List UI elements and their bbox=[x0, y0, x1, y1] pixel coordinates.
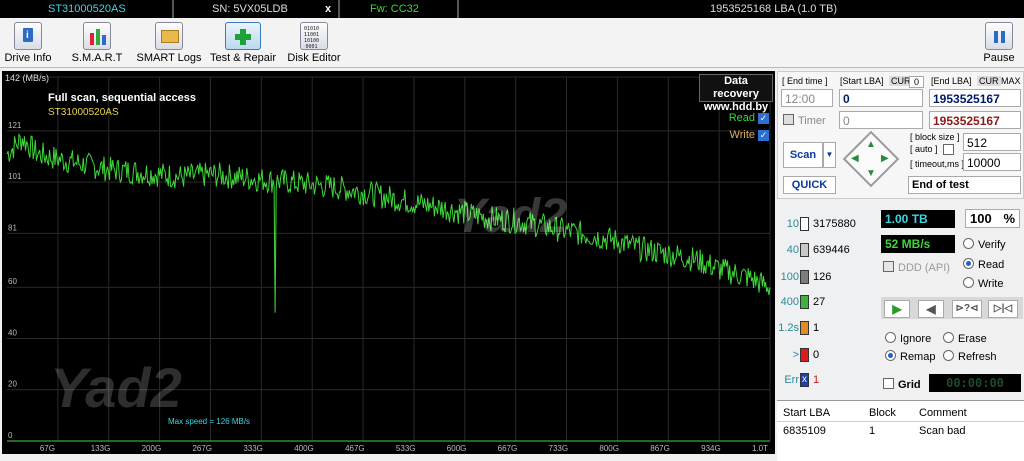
y-tick-label: 121 bbox=[8, 121, 22, 130]
arrow-down-icon[interactable]: ▼ bbox=[866, 168, 876, 179]
action-refresh-radio[interactable]: Refresh bbox=[943, 350, 997, 363]
reverse-icon[interactable]: ◀ bbox=[918, 300, 944, 318]
column-header-start-lba: Start LBA bbox=[783, 407, 831, 419]
watermark: Yad2 bbox=[50, 356, 182, 419]
smart-logs-button[interactable]: SMART Logs bbox=[136, 20, 202, 66]
arrow-right-icon[interactable]: ▶ bbox=[881, 153, 889, 164]
y-tick-label: 0 bbox=[8, 431, 13, 440]
timer-input[interactable]: 0 bbox=[839, 111, 923, 129]
butterfly-icon[interactable]: ▷|◁ bbox=[988, 300, 1018, 318]
end-lba-input[interactable]: 1953525167 bbox=[929, 89, 1021, 107]
x-tick-label: 733G bbox=[549, 444, 569, 453]
disk-editor-button[interactable]: 01010 11001 10100 0001 Disk Editor bbox=[286, 20, 342, 66]
test-repair-button[interactable]: Test & Repair bbox=[208, 20, 278, 66]
read-series-line bbox=[6, 132, 771, 313]
drive-firmware: Fw: CC32 bbox=[370, 3, 419, 15]
action-remap-radio[interactable]: Remap bbox=[885, 350, 935, 363]
elapsed-timer: 00:00:00 bbox=[929, 374, 1021, 392]
x-tick-label: 400G bbox=[294, 444, 314, 453]
x-tick-label: 934G bbox=[701, 444, 721, 453]
read-checkbox[interactable]: ✓ bbox=[758, 112, 769, 124]
watermark-2: Yad2 bbox=[454, 190, 567, 243]
x-tick-label: 267G bbox=[192, 444, 212, 453]
x-tick-label: 867G bbox=[650, 444, 670, 453]
x-tick-label: 600G bbox=[447, 444, 467, 453]
drive-model: ST31000520AS bbox=[48, 3, 126, 15]
x-tick-label: 800G bbox=[599, 444, 619, 453]
smart-button[interactable]: S.M.A.R.T bbox=[68, 20, 126, 66]
x-tick-label: 533G bbox=[396, 444, 416, 453]
current-speed: 52 MB/s bbox=[881, 235, 955, 253]
start-lba-input[interactable]: 0 bbox=[839, 89, 923, 107]
y-tick-label: 60 bbox=[8, 277, 17, 286]
quick-button[interactable]: QUICK bbox=[783, 176, 836, 194]
end-time-input[interactable]: 12:00 bbox=[781, 89, 833, 107]
scanned-capacity: 1.00 TB bbox=[881, 210, 955, 228]
auto-checkbox[interactable] bbox=[943, 144, 954, 155]
write-checkbox[interactable]: ✓ bbox=[758, 129, 769, 141]
y-tick-label: 101 bbox=[8, 172, 22, 181]
x-tick-label: 467G bbox=[345, 444, 365, 453]
action-erase-radio[interactable]: Erase bbox=[943, 332, 987, 345]
timeout-select[interactable]: 10000 bbox=[963, 153, 1021, 171]
logs-icon bbox=[155, 22, 183, 50]
ddd-api-checkbox[interactable]: DDD (API) bbox=[883, 261, 950, 274]
info-icon: i bbox=[14, 22, 42, 50]
end-lba-max-input[interactable]: 1953525167 bbox=[929, 111, 1021, 129]
x-tick-label: 333G bbox=[243, 444, 263, 453]
grid-checkbox[interactable]: Grid bbox=[883, 378, 921, 391]
end-of-test-select[interactable]: End of test bbox=[908, 176, 1021, 194]
speed-graph: 121 101 81 60 40 20 0 67G 133G 200G 267G 333G 400G 46… bbox=[2, 71, 775, 454]
plus-icon bbox=[225, 22, 261, 50]
smart-chart-icon bbox=[83, 22, 111, 50]
y-tick-label: 81 bbox=[8, 223, 17, 232]
mode-read-radio[interactable]: Read bbox=[963, 258, 1004, 271]
close-drive-icon[interactable]: x bbox=[325, 3, 331, 15]
graph-unit-label: 142 (MB/s) bbox=[5, 73, 50, 83]
x-tick-label: 200G bbox=[142, 444, 162, 453]
progress-percent: 100% bbox=[965, 209, 1020, 228]
play-icon[interactable]: ▶ bbox=[884, 300, 910, 318]
pause-button[interactable]: Pause bbox=[980, 20, 1018, 66]
y-tick-label: 20 bbox=[8, 380, 17, 389]
arrow-up-icon[interactable]: ▲ bbox=[866, 139, 876, 150]
arrow-left-icon[interactable]: ◀ bbox=[851, 153, 859, 164]
x-tick-label: 1.0T bbox=[752, 444, 768, 453]
drive-info-button[interactable]: i Drive Info bbox=[4, 20, 52, 66]
x-tick-label: 667G bbox=[498, 444, 518, 453]
bad-blocks-table: Start LBA Block Comment 6835109 1 Scan b… bbox=[777, 400, 1024, 461]
main-toolbar: i Drive Info S.M.A.R.T SMART Logs Test &… bbox=[0, 18, 1024, 68]
legend-write[interactable]: Write ✓ bbox=[730, 129, 769, 141]
scan-dropdown-icon[interactable]: ▼ bbox=[823, 142, 836, 168]
column-header-block: Block bbox=[869, 407, 896, 419]
action-ignore-radio[interactable]: Ignore bbox=[885, 332, 931, 345]
drive-serial: SN: 5VX05LDB bbox=[212, 3, 288, 15]
drive-capacity: 1953525168 LBA (1.0 TB) bbox=[710, 3, 838, 15]
random-seek-icon[interactable]: ⊳?⊲ bbox=[952, 300, 982, 318]
binary-editor-icon: 01010 11001 10100 0001 bbox=[300, 22, 328, 50]
mode-verify-radio[interactable]: Verify bbox=[963, 238, 1006, 251]
timer-checkbox[interactable]: Timer bbox=[783, 114, 826, 127]
drive-status-bar: ST31000520AS SN: 5VX05LDB x Fw: CC32 195… bbox=[0, 0, 1024, 18]
data-recovery-badge: Data recovery www.hdd.by bbox=[699, 74, 773, 113]
graph-model: ST31000520AS bbox=[48, 107, 119, 118]
graph-title: Full scan, sequential access bbox=[48, 92, 196, 104]
mode-write-radio[interactable]: Write bbox=[963, 277, 1003, 290]
scan-button[interactable]: Scan bbox=[783, 142, 823, 168]
y-tick-label: 40 bbox=[8, 328, 17, 337]
column-header-comment: Comment bbox=[919, 407, 967, 419]
pause-icon bbox=[985, 22, 1013, 50]
x-tick-label: 67G bbox=[40, 444, 55, 453]
block-size-select[interactable]: 512 bbox=[963, 133, 1021, 151]
x-tick-label: 133G bbox=[91, 444, 111, 453]
legend-read[interactable]: Read ✓ bbox=[729, 112, 769, 124]
